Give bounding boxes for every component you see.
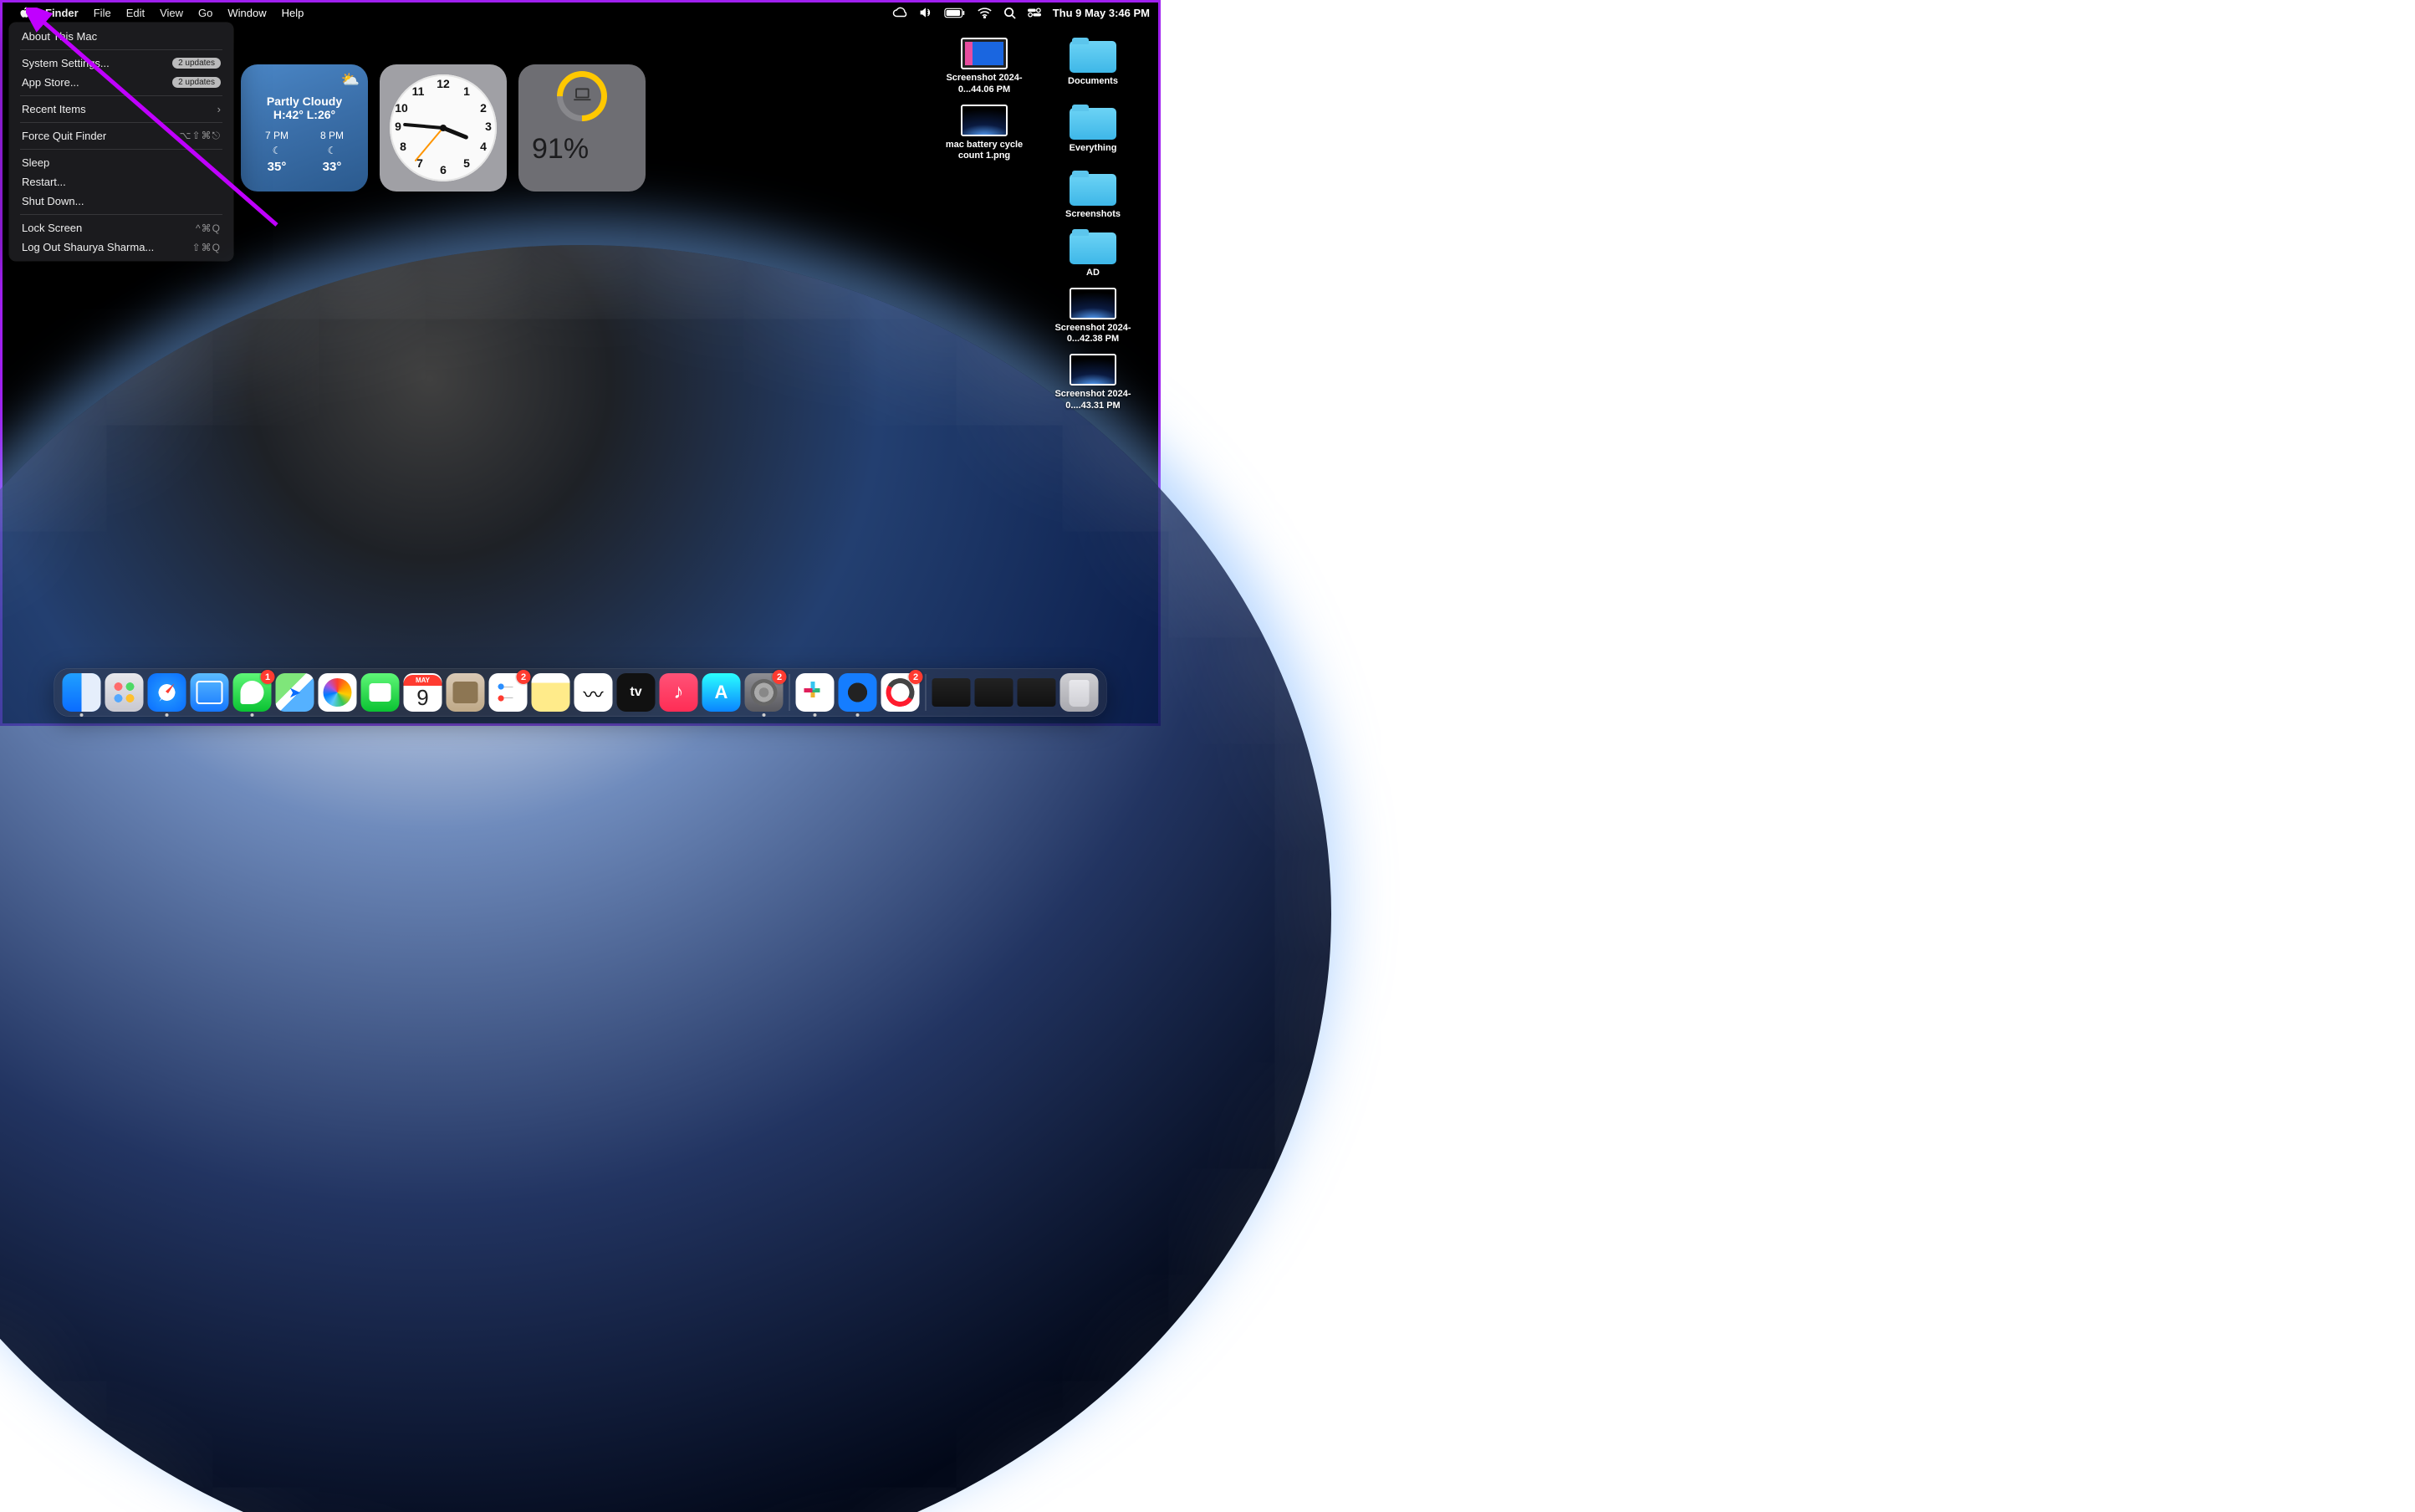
dock-app-calendar[interactable]: MAY9: [404, 673, 442, 712]
menu-window[interactable]: Window: [220, 7, 273, 19]
menu-help[interactable]: Help: [274, 7, 312, 19]
wifi-icon[interactable]: [978, 8, 992, 18]
apple-menu-item[interactable]: Restart...: [13, 172, 229, 192]
desktop-item[interactable]: Documents: [1043, 38, 1143, 96]
battery-widget[interactable]: 91%: [518, 64, 646, 192]
apple-menu-dropdown: About This Mac System Settings...2 update…: [9, 23, 233, 261]
desktop-item[interactable]: Screenshots: [1043, 171, 1143, 221]
apple-menu-item[interactable]: Log Out Shaurya Sharma...⇧⌘Q: [13, 238, 229, 257]
dock-app-contacts[interactable]: [447, 673, 485, 712]
dock: 1 MAY9 2 2 2: [54, 668, 1107, 717]
dock-app-photos[interactable]: [319, 673, 357, 712]
screenshot-thumb-icon: [961, 38, 1008, 69]
apple-menu-item[interactable]: System Settings...2 updates: [13, 54, 229, 73]
moon-icon: ☾: [273, 145, 282, 156]
folder-icon: [1070, 229, 1116, 264]
apple-menu-button[interactable]: [11, 7, 38, 18]
apple-menu-item[interactable]: Recent Items›: [13, 100, 229, 119]
dock-minimized-window[interactable]: [932, 678, 971, 707]
dock-app-appstore[interactable]: [702, 673, 741, 712]
spotlight-icon[interactable]: [1003, 7, 1016, 19]
dock-app-facetime[interactable]: [361, 673, 400, 712]
battery-ring-icon: [547, 64, 618, 131]
dock-trash[interactable]: [1060, 673, 1099, 712]
clock-widget[interactable]: 12 1 2 3 4 5 6 7 8 9 10 11: [380, 64, 507, 192]
desktop-item[interactable]: Screenshot 2024-0...44.06 PM: [934, 38, 1034, 96]
dock-app-music[interactable]: [660, 673, 698, 712]
control-center-icon[interactable]: [1028, 8, 1041, 18]
apple-menu-item[interactable]: About This Mac: [13, 27, 229, 46]
analog-clock-face: 12 1 2 3 4 5 6 7 8 9 10 11: [390, 74, 497, 181]
dock-minimized-window[interactable]: [1018, 678, 1056, 707]
dock-app-opera[interactable]: 2: [881, 673, 920, 712]
dock-app-reminders[interactable]: 2: [489, 673, 528, 712]
weather-condition: Partly Cloudy: [249, 94, 360, 108]
menu-edit[interactable]: Edit: [119, 7, 152, 19]
folder-icon: [1070, 171, 1116, 206]
dock-app-slack[interactable]: [796, 673, 835, 712]
dock-app-quicktime[interactable]: [839, 673, 877, 712]
apple-menu-item[interactable]: Shut Down...: [13, 192, 229, 211]
screenshot-thumb-icon: [1070, 354, 1116, 386]
menu-file[interactable]: File: [86, 7, 119, 19]
menubar-app-name[interactable]: Finder: [38, 7, 86, 19]
folder-icon: [1070, 105, 1116, 140]
screenshot-thumb-icon: [1070, 288, 1116, 319]
dock-minimized-window[interactable]: [975, 678, 1013, 707]
dock-app-freeform[interactable]: [574, 673, 613, 712]
dock-app-tv[interactable]: [617, 673, 656, 712]
dock-app-safari[interactable]: [148, 673, 186, 712]
widget-row: ⛅ Partly Cloudy H:42° L:26° 7 PM☾35° 8 P…: [241, 64, 646, 192]
battery-percent: 91%: [532, 133, 589, 166]
desktop-item[interactable]: Screenshot 2024-0....43.31 PM: [1043, 354, 1143, 412]
dock-app-launchpad[interactable]: [105, 673, 144, 712]
apple-menu-item[interactable]: App Store...2 updates: [13, 73, 229, 92]
dock-app-maps[interactable]: [276, 673, 314, 712]
desktop-item[interactable]: mac battery cycle count 1.png: [934, 105, 1034, 163]
weather-high-low: H:42° L:26°: [249, 108, 360, 121]
weather-widget[interactable]: ⛅ Partly Cloudy H:42° L:26° 7 PM☾35° 8 P…: [241, 64, 368, 192]
desktop-item[interactable]: Screenshot 2024-0...42.38 PM: [1043, 288, 1143, 346]
desktop-item[interactable]: AD: [1043, 229, 1143, 279]
desktop-screen: Finder File Edit View Go Window Help Thu…: [0, 0, 1161, 726]
dock-app-finder[interactable]: [63, 673, 101, 712]
folder-icon: [1070, 38, 1116, 73]
battery-icon[interactable]: [944, 8, 966, 18]
apple-menu-item[interactable]: Sleep: [13, 153, 229, 172]
desktop-icons-grid: Screenshot 2024-0...44.06 PMDocumentsmac…: [934, 38, 1143, 412]
menubar-datetime[interactable]: Thu 9 May 3:46 PM: [1053, 7, 1150, 19]
desktop-item[interactable]: Everything: [1043, 105, 1143, 163]
screenshot-thumb-icon: [961, 105, 1008, 136]
dock-app-notes[interactable]: [532, 673, 570, 712]
dock-app-messages[interactable]: 1: [233, 673, 272, 712]
weather-glyph-icon: ⛅: [341, 71, 360, 89]
menu-bar: Finder File Edit View Go Window Help Thu…: [3, 3, 1158, 23]
dock-app-settings[interactable]: 2: [745, 673, 784, 712]
apple-menu-item[interactable]: Force Quit Finder⌥⇧⌘⎋: [13, 126, 229, 146]
volume-icon[interactable]: [919, 7, 932, 18]
creative-cloud-icon[interactable]: [892, 7, 907, 18]
dock-app-mail[interactable]: [191, 673, 229, 712]
menu-view[interactable]: View: [152, 7, 191, 19]
apple-menu-item[interactable]: Lock Screen^⌘Q: [13, 218, 229, 238]
moon-icon: ☾: [328, 145, 337, 156]
menu-go[interactable]: Go: [191, 7, 220, 19]
laptop-icon: [573, 87, 591, 105]
